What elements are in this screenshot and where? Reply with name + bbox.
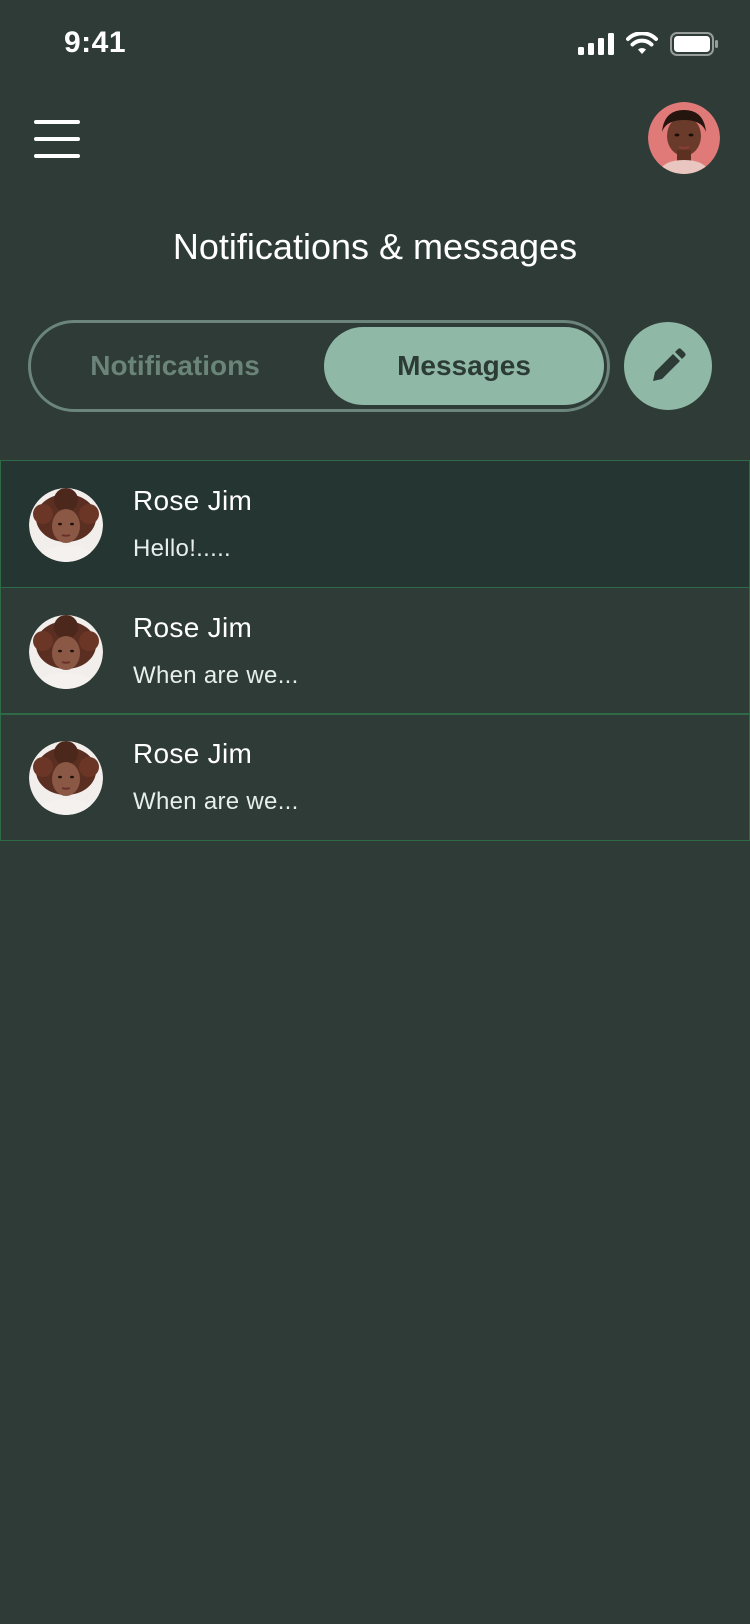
message-preview: When are we... — [133, 661, 299, 689]
message-item[interactable]: Rose Jim When are we... — [0, 586, 750, 715]
status-bar: 9:41 — [0, 0, 750, 90]
menu-line — [34, 154, 80, 158]
battery-icon — [670, 32, 718, 56]
compose-button[interactable] — [624, 322, 712, 410]
wifi-icon — [626, 32, 658, 54]
profile-avatar[interactable] — [648, 102, 720, 174]
message-item[interactable]: Rose Jim When are we... — [0, 713, 750, 841]
message-sender: Rose Jim — [133, 611, 253, 643]
message-sender: Rose Jim — [133, 485, 253, 516]
avatar — [29, 614, 103, 689]
signal-icon — [578, 33, 614, 55]
status-time: 9:41 — [64, 26, 127, 59]
status-icons — [578, 32, 718, 56]
avatar — [29, 488, 103, 562]
menu-line — [34, 137, 80, 141]
hamburger-menu-icon[interactable] — [34, 120, 80, 158]
page-title: Notifications & messages — [172, 226, 578, 267]
tab-messages[interactable]: Messages — [324, 327, 604, 405]
message-list: Rose Jim Hello!..... Rose Jim When are w… — [0, 460, 750, 841]
message-preview: When are we... — [133, 788, 299, 815]
avatar — [29, 741, 103, 815]
pencil-icon — [653, 348, 686, 381]
menu-line — [34, 120, 80, 124]
tab-switcher: Notifications Messages — [28, 320, 610, 412]
message-preview: Hello!..... — [133, 535, 231, 562]
message-sender: Rose Jim — [133, 738, 253, 769]
tab-notifications[interactable]: Notifications — [35, 327, 315, 405]
message-item[interactable]: Rose Jim Hello!..... — [0, 460, 750, 588]
